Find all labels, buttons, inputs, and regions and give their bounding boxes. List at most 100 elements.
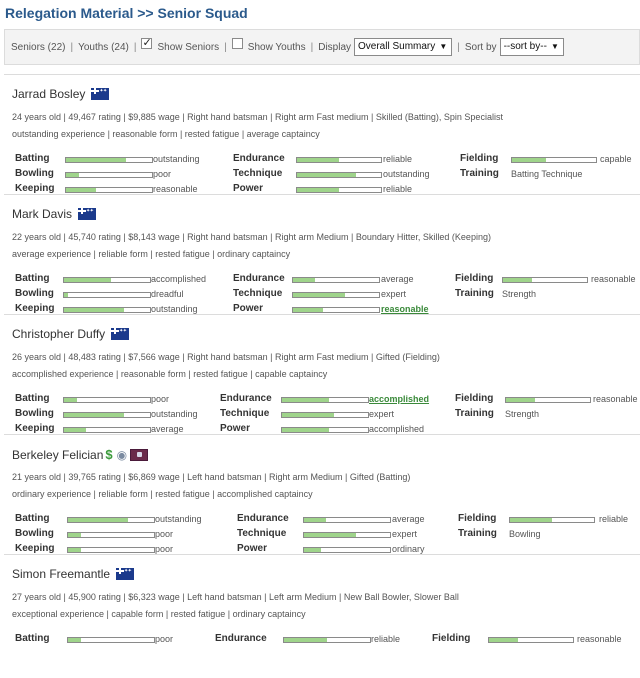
training-value: Batting Technique: [511, 169, 583, 179]
display-label: Display: [318, 41, 352, 53]
display-select-value: Overall Summary: [358, 41, 436, 52]
sortby-control: Sort by --sort by-- ▼: [465, 38, 564, 56]
player-status-line: exceptional experience | capable form | …: [12, 609, 306, 619]
show-seniors-toggle[interactable]: Show Seniors: [141, 36, 220, 53]
nationality-flag-icon: [130, 448, 149, 461]
youths-filter-link[interactable]: Youths (24): [78, 42, 129, 53]
skill-grid: Batting outstanding Bowling poor Keeping reas…: [4, 153, 640, 198]
skill-bar-fill: [304, 548, 322, 552]
separator: |: [133, 41, 137, 53]
show-seniors-label: Show Seniors: [157, 41, 220, 53]
australia-flag-icon: [91, 88, 110, 100]
skill-value-fielding: reasonable: [577, 634, 622, 644]
separator: |: [310, 41, 314, 53]
skill-value-fielding: reasonable: [593, 394, 638, 404]
player-info-line: 21 years old | 39,765 rating | $6,869 wa…: [12, 472, 411, 482]
skill-bar-fielding: [509, 517, 595, 523]
separator: |: [457, 41, 460, 53]
skill-value-fielding: capable: [600, 154, 632, 164]
skill-bar-fielding: [488, 637, 574, 643]
skill-grid: Batting poor Bowling outstanding Keeping aver…: [4, 393, 640, 438]
skill-label-training: Training: [460, 168, 499, 179]
skill-label-fielding: Fielding: [458, 513, 497, 524]
sortby-select[interactable]: --sort by-- ▼: [499, 38, 564, 56]
show-youths-checkbox[interactable]: [231, 37, 243, 49]
skill-bar-fill: [297, 188, 339, 192]
player-name-row: Berkeley Felician $ ◉: [12, 447, 149, 462]
skill-bar-fill: [503, 278, 533, 282]
player-name-link[interactable]: Berkeley Felician: [12, 448, 103, 462]
chevron-down-icon: ▼: [550, 42, 559, 51]
skill-row-fielding: Fielding reliable: [4, 513, 640, 527]
skill-row-training: Training Strength: [4, 408, 640, 422]
separator: |: [224, 41, 227, 53]
skill-label-power: Power: [233, 183, 264, 194]
skill-value-power[interactable]: reasonable: [381, 304, 429, 314]
skill-label-training: Training: [455, 408, 494, 419]
player-name-link[interactable]: Christopher Duffy: [12, 327, 105, 341]
skill-bar-power: [303, 547, 391, 553]
player-status-line: ordinary experience | reliable form | re…: [12, 489, 313, 499]
skill-value-fielding: reasonable: [591, 274, 636, 284]
player-name-link[interactable]: Mark Davis: [12, 207, 72, 221]
skill-bar-fill: [510, 518, 552, 522]
display-control: Display Overall Summary ▼: [318, 38, 453, 56]
skill-row-fielding: Fielding reasonable: [4, 273, 640, 287]
skill-value-power: accomplished: [369, 424, 425, 434]
page-title: Relegation Material >> Senior Squad: [5, 5, 248, 21]
player-card: Christopher Duffy 26 years old | 48,483 r…: [4, 314, 640, 434]
player-card: Simon Freemantle 27 years old | 45,900 ra…: [4, 554, 640, 674]
player-info-line: 22 years old | 45,740 rating | $8,143 wa…: [12, 232, 491, 242]
chevron-down-icon: ▼: [439, 42, 448, 51]
skill-label-fielding: Fielding: [455, 393, 494, 404]
skill-label-fielding: Fielding: [455, 273, 494, 284]
player-info-line: 24 years old | 49,467 rating | $9,885 wa…: [12, 112, 503, 122]
skill-grid: Batting outstanding Bowling poor Keeping poor…: [4, 513, 640, 558]
skill-row-training: Training Batting Technique: [4, 168, 640, 182]
skill-bar-fill: [512, 158, 546, 162]
player-name-link[interactable]: Jarrad Bosley: [12, 87, 85, 101]
player-name-row: Mark Davis: [12, 207, 97, 221]
skill-value-power: reliable: [383, 184, 413, 194]
skill-row-fielding: Fielding reasonable: [4, 393, 640, 407]
player-status-line: accomplished experience | reasonable for…: [12, 369, 328, 379]
show-youths-label: Show Youths: [247, 41, 306, 53]
skill-bar-fielding: [502, 277, 588, 283]
display-select[interactable]: Overall Summary ▼: [354, 38, 453, 56]
australia-flag-icon: [111, 328, 130, 340]
player-info-line: 26 years old | 48,483 rating | $7,566 wa…: [12, 352, 440, 362]
australia-flag-icon: [78, 208, 97, 220]
player-name-row: Jarrad Bosley: [12, 87, 110, 101]
skill-label-power: Power: [233, 303, 264, 314]
player-name-row: Christopher Duffy: [12, 327, 130, 341]
skill-bar-power: [296, 187, 382, 193]
skill-bar-power: [281, 427, 369, 433]
filter-bar: Seniors (22) | Youths (24) | Show Senior…: [4, 29, 640, 65]
sortby-select-value: --sort by--: [503, 41, 547, 52]
player-card: Mark Davis 22 years old | 45,740 rating |…: [4, 194, 640, 314]
skill-bar-fill: [506, 398, 536, 402]
player-status-line: average experience | reliable form | res…: [12, 249, 291, 259]
show-seniors-checkbox[interactable]: [141, 36, 153, 49]
player-info-line: 27 years old | 45,900 rating | $6,323 wa…: [12, 592, 459, 602]
player-name-row: Simon Freemantle: [12, 567, 135, 581]
skill-bar-power: [292, 307, 380, 313]
show-youths-toggle[interactable]: Show Youths: [231, 37, 306, 53]
training-value: Strength: [502, 289, 537, 299]
sortby-label: Sort by: [464, 41, 497, 53]
skill-bar-fill: [282, 428, 330, 432]
skill-value-power: ordinary: [392, 544, 425, 554]
player-card: Berkeley Felician $ ◉ 21 years old | 39,765…: [4, 434, 640, 554]
australia-flag-icon: [116, 568, 135, 580]
dollar-icon: $: [105, 447, 113, 462]
skill-row-training: Training Bowling: [4, 528, 640, 542]
eye-icon[interactable]: ◉: [117, 448, 127, 462]
skill-label-power: Power: [220, 423, 251, 434]
skill-label-power: Power: [237, 543, 268, 554]
player-name-link[interactable]: Simon Freemantle: [12, 567, 110, 581]
skill-bar-fill: [293, 308, 324, 312]
player-status-line: outstanding experience | reasonable form…: [12, 129, 320, 139]
skill-label-fielding: Fielding: [432, 633, 471, 644]
skill-row-fielding: Fielding reasonable: [4, 633, 640, 647]
seniors-filter-link[interactable]: Seniors (22): [11, 42, 65, 53]
